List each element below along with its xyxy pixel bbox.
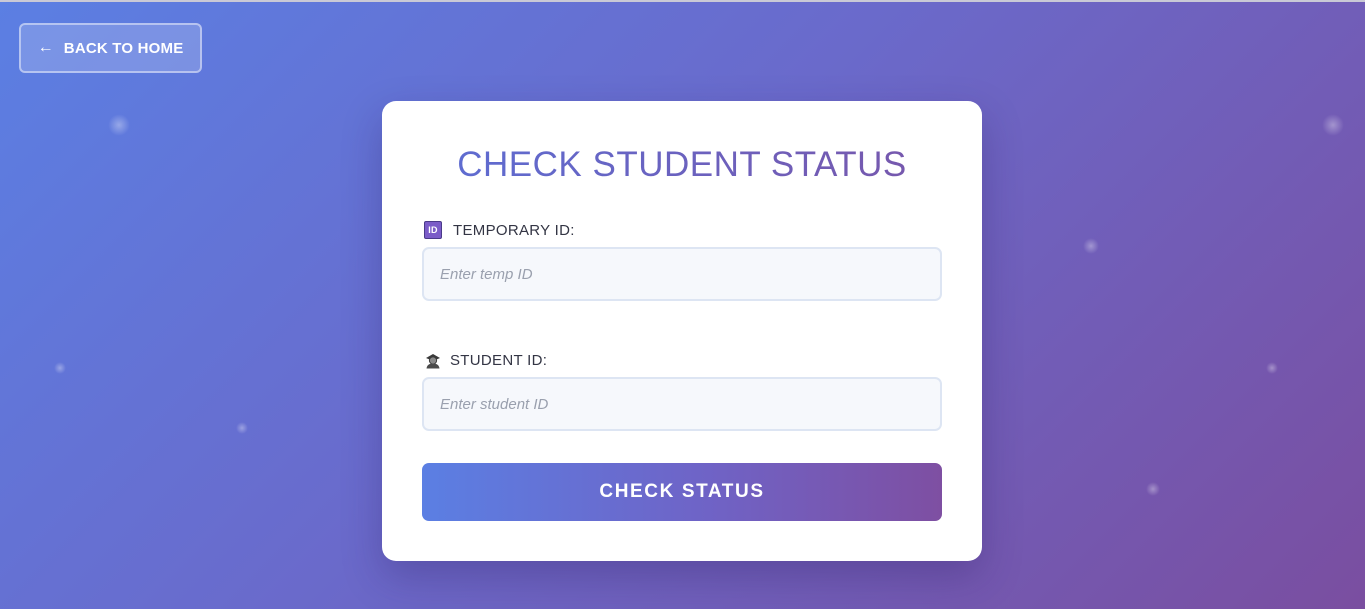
back-to-home-button[interactable]: ← BACK TO HOME [19,23,202,73]
id-card-icon: ID [424,221,442,239]
sparkle [236,422,248,434]
sparkle [54,362,66,374]
back-to-home-label: BACK TO HOME [63,39,184,57]
student-id-input[interactable] [422,377,942,431]
page-title: CHECK STUDENT STATUS [382,145,982,185]
sparkle [1146,482,1160,496]
temp-id-label: ID TEMPORARY ID: [422,221,575,239]
sparkle [1322,114,1344,136]
arrow-left-icon: ← [37,39,54,56]
temp-id-label-text: TEMPORARY ID: [453,221,575,239]
sparkle [1083,238,1099,254]
sparkle [1266,362,1278,374]
student-id-label: STUDENT ID: [422,351,547,369]
student-id-label-text: STUDENT ID: [450,351,548,369]
check-status-button[interactable]: CHECK STATUS [422,463,942,521]
student-icon [426,354,440,369]
status-check-card: CHECK STUDENT STATUS ID TEMPORARY ID: ST… [382,101,982,561]
sparkle [108,114,130,136]
temp-id-input[interactable] [422,247,942,301]
